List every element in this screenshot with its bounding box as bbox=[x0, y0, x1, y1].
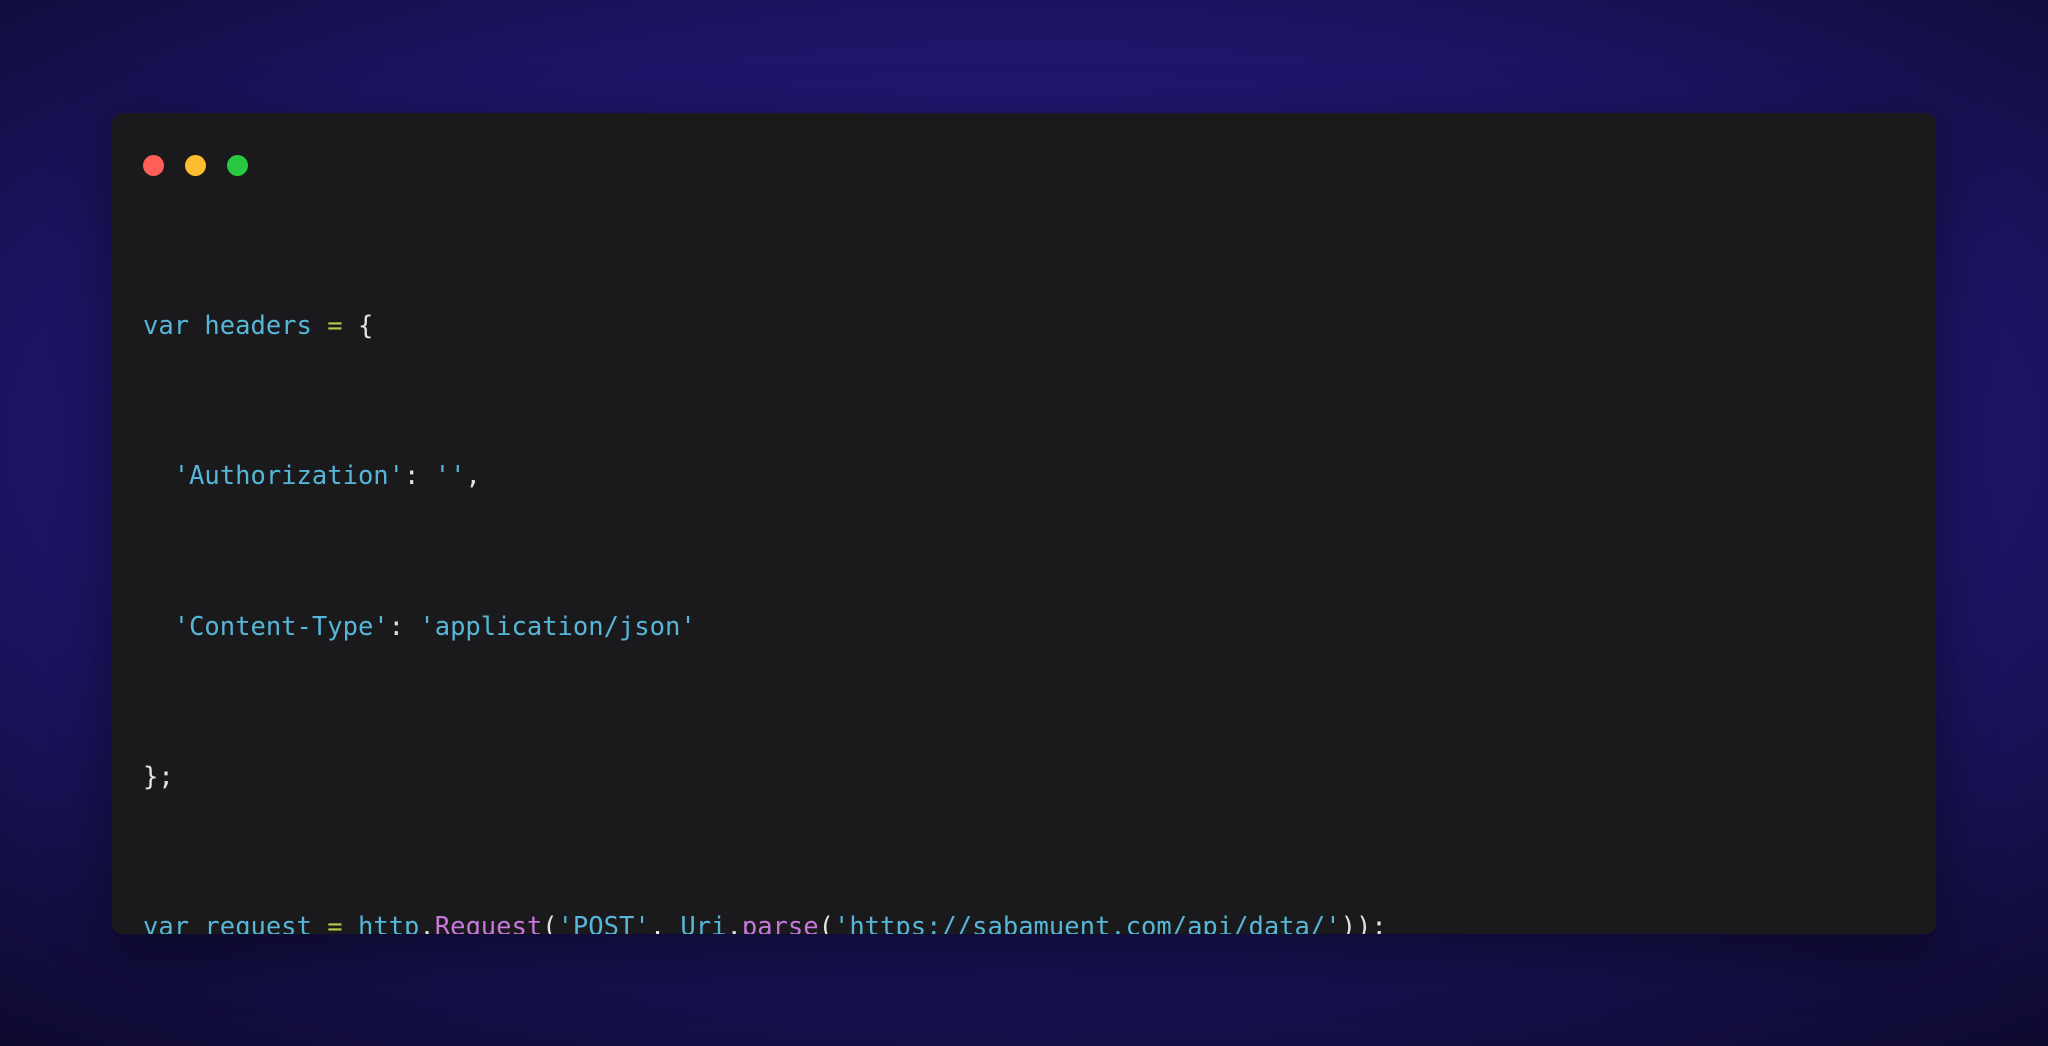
minimize-window-icon[interactable] bbox=[185, 155, 206, 176]
token-identifier-http: http bbox=[357, 912, 420, 934]
code-line: var headers = { bbox=[143, 308, 1926, 346]
token-identifier-uri: Uri bbox=[680, 912, 727, 934]
token-keyword-var: var bbox=[143, 912, 190, 934]
window-titlebar bbox=[112, 113, 1936, 191]
token-string-url: 'https://sabamuent.com/api/data/' bbox=[833, 912, 1341, 934]
token-string-authorization-key: 'Authorization' bbox=[173, 461, 405, 492]
token-string-post: 'POST' bbox=[557, 912, 650, 934]
token-brace-open: { bbox=[357, 310, 374, 341]
code-line: var request = http.Request('POST', Uri.p… bbox=[143, 909, 1926, 934]
close-window-icon[interactable] bbox=[143, 155, 164, 176]
token-method-parse: parse bbox=[741, 912, 819, 934]
token-colon: : bbox=[388, 611, 405, 642]
token-brace-close-semicolon: }; bbox=[143, 761, 174, 792]
token-colon: : bbox=[404, 461, 420, 492]
token-identifier-headers: headers bbox=[204, 310, 312, 341]
maximize-window-icon[interactable] bbox=[227, 155, 248, 176]
code-line: }; bbox=[143, 759, 1926, 797]
code-block[interactable]: var headers = { 'Authorization': '', 'Co… bbox=[143, 195, 1926, 934]
code-window: var headers = { 'Authorization': '', 'Co… bbox=[112, 113, 1936, 934]
token-identifier-request: request bbox=[204, 912, 312, 934]
token-operator-assign: = bbox=[327, 912, 343, 934]
token-tail: )); bbox=[1340, 912, 1387, 934]
traffic-lights bbox=[143, 155, 248, 176]
code-line: 'Content-Type': 'application/json' bbox=[143, 609, 1926, 647]
code-line: 'Authorization': '', bbox=[143, 458, 1926, 496]
token-method-request: Request bbox=[434, 912, 543, 934]
token-comma: , bbox=[465, 461, 481, 492]
token-string-authorization-value: '' bbox=[434, 461, 466, 492]
token-string-contenttype-key: 'Content-Type' bbox=[173, 611, 389, 642]
token-string-contenttype-value: 'application/json' bbox=[419, 611, 696, 642]
token-operator-assign: = bbox=[327, 310, 343, 341]
token-keyword-var: var bbox=[143, 310, 190, 341]
